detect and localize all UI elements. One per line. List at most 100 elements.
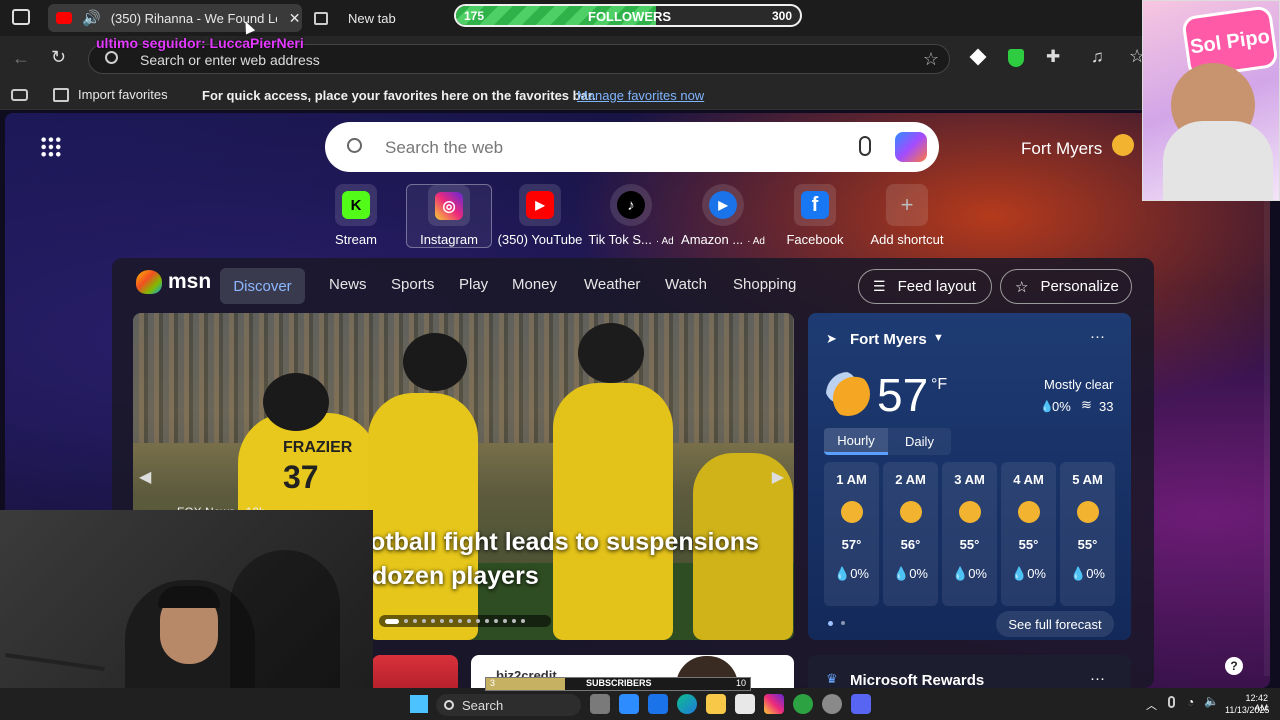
extensions-icon[interactable]: ✚ — [1046, 47, 1060, 67]
import-favorites-button[interactable]: Import favorites — [53, 87, 168, 102]
shortcut-instagram[interactable]: ◎ Instagram — [406, 184, 492, 248]
shortcut-stream[interactable]: K Stream — [313, 184, 399, 248]
location-label[interactable]: Fort Myers — [1021, 139, 1102, 159]
speaker-icon[interactable]: 🔊 — [82, 9, 101, 27]
tab-discover[interactable]: Discover — [220, 268, 305, 304]
edge-icon[interactable] — [677, 694, 697, 714]
shortcut-youtube[interactable]: ▶ (350) YouTube — [497, 184, 583, 248]
hero-headline-line-1[interactable]: otball fight leads to suspensions — [370, 528, 759, 557]
settings-icon[interactable] — [822, 694, 842, 714]
hourly-forecast-3am[interactable]: 3 AM 55° 💧0% — [942, 462, 997, 606]
see-full-forecast-button[interactable]: See full forecast — [996, 611, 1114, 637]
hour-precip: 💧0% — [1011, 566, 1046, 581]
shortcut-amazon[interactable]: ▶ Amazon ... · Ad — [680, 184, 766, 248]
tab-new-tab[interactable]: New tab — [306, 4, 436, 32]
web-search-box[interactable]: Search the web — [325, 122, 939, 172]
taskbar-search[interactable]: Search — [436, 694, 581, 716]
hour-precip: 💧0% — [834, 566, 869, 581]
shortcut-label: (350) YouTube — [497, 232, 583, 247]
hour-label: 3 AM — [954, 472, 985, 487]
tab-watch[interactable]: Watch — [665, 276, 707, 296]
moon-cloud-icon — [826, 372, 870, 416]
carousel-dots[interactable] — [379, 615, 551, 627]
windows-start-icon[interactable] — [410, 695, 428, 713]
zoom-icon[interactable] — [619, 694, 639, 714]
tab-daily[interactable]: Daily — [888, 428, 951, 455]
tab-shopping[interactable]: Shopping — [733, 276, 796, 296]
file-explorer-icon[interactable] — [706, 694, 726, 714]
tab-weather[interactable]: Weather — [584, 276, 640, 296]
channel-art-text: Sol Pipo — [1188, 25, 1272, 58]
apps-launcher-icon[interactable] — [40, 136, 62, 158]
streamer-cap — [158, 586, 220, 608]
msn-logo[interactable]: msn — [136, 270, 211, 294]
youtube-icon — [56, 12, 72, 24]
chevron-down-icon[interactable]: ▼ — [933, 332, 944, 344]
player-2 — [368, 393, 478, 640]
tab-label: Daily — [905, 434, 934, 449]
moon-cloud-icon — [958, 501, 981, 523]
rewards-title[interactable]: Microsoft Rewards — [850, 672, 984, 689]
tab-actions-icon[interactable] — [12, 9, 30, 25]
store-icon[interactable] — [735, 694, 755, 714]
hourly-forecast-1am[interactable]: 1 AM 57° 💧0% — [824, 462, 879, 606]
volume-icon[interactable]: 🔈 — [1204, 694, 1219, 708]
hourly-forecast-4am[interactable]: 4 AM 55° 💧0% — [1001, 462, 1056, 606]
microphone-arm — [5, 653, 105, 671]
webcam-overlay — [0, 510, 373, 688]
tab-news[interactable]: News — [329, 276, 367, 296]
tab-hourly[interactable]: Hourly — [824, 428, 888, 455]
followers-label: FOLLOWERS — [588, 9, 672, 24]
media-icon[interactable]: ♫ — [1091, 47, 1104, 67]
wifi-icon[interactable]: ◔ — [1187, 695, 1194, 709]
weather-location[interactable]: Fort Myers — [850, 331, 927, 348]
moon-cloud-icon — [1112, 134, 1134, 156]
back-icon[interactable]: ← — [12, 48, 30, 69]
star-icon[interactable]: ☆ — [923, 49, 939, 70]
tab-sports[interactable]: Sports — [391, 276, 434, 296]
more-options-icon[interactable]: ··· — [1090, 670, 1105, 687]
microphone-icon[interactable] — [1168, 696, 1175, 708]
discord-icon[interactable] — [851, 694, 871, 714]
help-button[interactable]: ? — [1225, 657, 1243, 675]
add-shortcut-button[interactable]: + Add shortcut — [864, 184, 950, 248]
instagram-icon[interactable] — [764, 694, 784, 714]
previous-arrow-icon[interactable]: ◀ — [139, 467, 151, 487]
hero-headline-line-2[interactable]: dozen players — [372, 562, 539, 591]
hour-temp: 55° — [1077, 537, 1098, 552]
story-card-red[interactable] — [372, 655, 458, 688]
hour-temp: 55° — [959, 537, 980, 552]
youtube-icon: ▶ — [526, 191, 554, 219]
shortcut-label: Amazon ... · Ad — [681, 232, 765, 247]
shortcut-tiktok[interactable]: ♪ Tik Tok S... · Ad — [588, 184, 674, 248]
adblock-icon[interactable] — [1008, 49, 1024, 67]
shortcut-facebook[interactable]: f Facebook — [772, 184, 858, 248]
xbox-icon[interactable] — [793, 694, 813, 714]
hour-precip: 💧0% — [1070, 566, 1105, 581]
chevron-up-icon[interactable]: ︿ — [1146, 697, 1157, 713]
sidebar-toggle-icon[interactable] — [11, 89, 28, 101]
refresh-icon[interactable]: ↻ — [51, 47, 66, 68]
personalize-button[interactable]: ☆ Personalize — [1000, 269, 1132, 304]
manage-favorites-link[interactable]: Manage favorites now — [577, 88, 704, 103]
weather-page-dots[interactable] — [828, 621, 845, 626]
close-icon[interactable]: ✕ — [289, 10, 301, 27]
task-view-icon[interactable] — [590, 694, 610, 714]
next-arrow-icon[interactable]: ▶ — [772, 467, 784, 487]
clock-date[interactable]: 11/13/2025 — [1225, 705, 1269, 715]
subscribers-current: 3 — [490, 678, 496, 688]
copilot-icon[interactable] — [895, 132, 927, 162]
tab-youtube[interactable]: 🔊 (350) Rihanna - We Found Lo ✕ — [48, 4, 302, 32]
hourly-forecast-5am[interactable]: 5 AM 55° 💧0% — [1060, 462, 1115, 606]
more-options-icon[interactable]: ··· — [1090, 328, 1105, 345]
mail-icon[interactable] — [648, 694, 668, 714]
tab-label: New tab — [348, 10, 396, 26]
microphone-icon[interactable] — [859, 136, 871, 156]
tab-play[interactable]: Play — [459, 276, 488, 296]
scrollbar[interactable] — [1264, 196, 1270, 676]
player-3-helmet — [578, 323, 644, 383]
hourly-forecast-2am[interactable]: 2 AM 56° 💧0% — [883, 462, 938, 606]
feed-layout-button[interactable]: ☰ Feed layout — [858, 269, 992, 304]
tab-money[interactable]: Money — [512, 276, 557, 296]
hour-label: 1 AM — [836, 472, 867, 487]
